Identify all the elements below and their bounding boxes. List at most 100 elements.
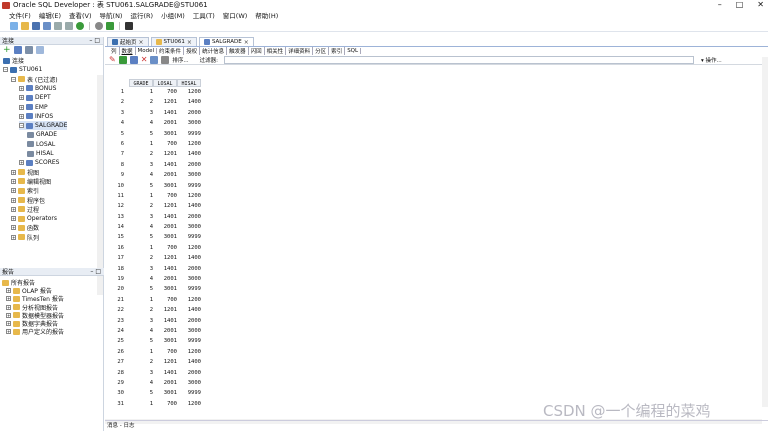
subtab[interactable]: 分区 bbox=[313, 47, 330, 55]
close-tab-icon[interactable]: × bbox=[139, 39, 144, 46]
table-row[interactable]: 26 1 700 1200 bbox=[105, 347, 201, 357]
table-cell[interactable]: 9999 bbox=[177, 129, 201, 139]
table-cell[interactable]: 1 bbox=[129, 139, 153, 149]
table-cell[interactable]: 1201 bbox=[153, 253, 177, 263]
table-cell[interactable]: 3001 bbox=[153, 284, 177, 294]
table-cell[interactable]: 4 bbox=[129, 378, 153, 388]
table-cell[interactable]: 2000 bbox=[177, 160, 201, 170]
table-row[interactable]: 25 5 3001 9999 bbox=[105, 336, 201, 346]
tree-node[interactable]: HISAL bbox=[27, 149, 54, 158]
table-cell[interactable]: 2 bbox=[129, 305, 153, 315]
table-cell[interactable]: 3000 bbox=[177, 118, 201, 128]
subtab[interactable]: 触发器 bbox=[227, 47, 249, 55]
table-cell[interactable]: 5 bbox=[129, 181, 153, 191]
subtab[interactable]: 索引 bbox=[329, 47, 346, 55]
table-row[interactable]: 23 3 1401 2000 bbox=[105, 316, 201, 326]
save-icon[interactable] bbox=[32, 21, 40, 30]
new-icon[interactable] bbox=[10, 21, 18, 30]
tree-node[interactable]: + 程序包 bbox=[11, 196, 45, 205]
table-cell[interactable]: 9999 bbox=[177, 284, 201, 294]
tree-node[interactable]: − 表 (已过滤) bbox=[11, 75, 58, 84]
table-cell[interactable]: 3 bbox=[129, 212, 153, 222]
expand-icon[interactable]: + bbox=[19, 95, 24, 101]
table-cell[interactable]: 1 bbox=[129, 243, 153, 253]
table-row[interactable]: 5 5 3001 9999 bbox=[105, 129, 201, 139]
tree-node[interactable]: + SCORES bbox=[19, 158, 60, 167]
table-cell[interactable]: 1401 bbox=[153, 316, 177, 326]
refresh-icon[interactable] bbox=[13, 46, 22, 54]
table-cell[interactable]: 1 bbox=[129, 295, 153, 305]
redo-icon[interactable] bbox=[65, 21, 73, 30]
table-cell[interactable]: 5 bbox=[129, 336, 153, 346]
expand-icon[interactable]: + bbox=[11, 234, 16, 240]
table-cell[interactable]: 3001 bbox=[153, 181, 177, 191]
menu-item[interactable]: 帮助(H) bbox=[255, 10, 278, 20]
subtab[interactable]: SQL bbox=[345, 48, 362, 54]
tree-scrollbar[interactable] bbox=[97, 75, 103, 295]
grid-vertical-scrollbar[interactable] bbox=[762, 57, 768, 407]
menu-item[interactable]: 窗口(W) bbox=[223, 10, 248, 20]
table-cell[interactable]: 1400 bbox=[177, 201, 201, 211]
table-cell[interactable]: 2 bbox=[129, 149, 153, 159]
table-cell[interactable]: 2 bbox=[129, 201, 153, 211]
report-node[interactable]: + 用户定义的报告 bbox=[6, 327, 64, 336]
table-cell[interactable]: 9999 bbox=[177, 388, 201, 398]
column-header[interactable]: GRADE bbox=[129, 79, 153, 87]
tree-node[interactable]: + 编辑视图 bbox=[11, 177, 51, 186]
table-row[interactable]: 15 5 3001 9999 bbox=[105, 232, 201, 242]
table-cell[interactable]: 1201 bbox=[153, 201, 177, 211]
tree-node[interactable]: − SALGRADE bbox=[19, 121, 68, 131]
menu-item[interactable]: 小组(M) bbox=[161, 10, 185, 20]
menu-item[interactable]: 工具(T) bbox=[193, 10, 215, 20]
filter-icon[interactable] bbox=[24, 46, 33, 54]
table-row[interactable]: 7 2 1201 1400 bbox=[105, 149, 201, 159]
menu-item[interactable]: 编辑(E) bbox=[39, 10, 61, 20]
table-row[interactable]: 2 2 1201 1400 bbox=[105, 97, 201, 107]
table-row[interactable]: 28 3 1401 2000 bbox=[105, 368, 201, 378]
run-icon[interactable] bbox=[76, 21, 84, 30]
expand-icon[interactable]: + bbox=[6, 296, 11, 302]
table-cell[interactable]: 4 bbox=[129, 274, 153, 284]
table-cell[interactable]: 5 bbox=[129, 388, 153, 398]
table-cell[interactable]: 4 bbox=[129, 118, 153, 128]
table-cell[interactable]: 1400 bbox=[177, 253, 201, 263]
tree-node[interactable]: + BONUS bbox=[19, 84, 56, 93]
table-cell[interactable]: 5 bbox=[129, 129, 153, 139]
table-cell[interactable]: 1 bbox=[129, 347, 153, 357]
subtab[interactable]: 闪回 bbox=[249, 47, 265, 55]
table-cell[interactable]: 3000 bbox=[177, 326, 201, 336]
table-cell[interactable]: 2000 bbox=[177, 316, 201, 326]
expand-icon[interactable]: + bbox=[6, 321, 11, 326]
rollback-icon[interactable] bbox=[161, 55, 170, 64]
table-cell[interactable]: 3000 bbox=[177, 378, 201, 388]
subtab[interactable]: 数据 bbox=[119, 47, 136, 55]
expand-icon[interactable]: + bbox=[19, 160, 24, 166]
tree-node[interactable]: − STU061 bbox=[3, 65, 42, 74]
table-cell[interactable]: 2000 bbox=[177, 368, 201, 378]
table-row[interactable]: 9 4 2001 3000 bbox=[105, 170, 201, 180]
table-cell[interactable]: 1201 bbox=[153, 357, 177, 367]
editor-tab[interactable]: STU061 × bbox=[150, 37, 197, 46]
tree-node[interactable]: + EMP bbox=[19, 103, 48, 112]
back-icon[interactable] bbox=[95, 21, 103, 30]
expand-icon[interactable]: + bbox=[19, 104, 24, 110]
undo-icon[interactable] bbox=[54, 21, 62, 30]
table-cell[interactable]: 1401 bbox=[153, 368, 177, 378]
table-row[interactable]: 27 2 1201 1400 bbox=[105, 357, 201, 367]
subtab[interactable]: 列 bbox=[109, 47, 120, 55]
table-row[interactable]: 17 2 1201 1400 bbox=[105, 253, 201, 263]
table-cell[interactable]: 2 bbox=[129, 357, 153, 367]
table-row[interactable]: 14 4 2001 3000 bbox=[105, 222, 201, 232]
table-cell[interactable]: 1400 bbox=[177, 149, 201, 159]
menu-item[interactable]: 导航(N) bbox=[100, 10, 123, 20]
tree-node[interactable]: + INFOS bbox=[19, 112, 53, 121]
expand-icon[interactable]: + bbox=[6, 329, 11, 335]
table-cell[interactable]: 700 bbox=[153, 399, 177, 409]
tree-node[interactable]: + 索引 bbox=[11, 186, 39, 195]
menu-item[interactable]: 查看(V) bbox=[69, 10, 92, 20]
subtab[interactable]: 详细资料 bbox=[286, 47, 314, 55]
table-row[interactable]: 8 3 1401 2000 bbox=[105, 160, 201, 170]
table-cell[interactable]: 1400 bbox=[177, 97, 201, 107]
table-row[interactable]: 21 1 700 1200 bbox=[105, 295, 201, 305]
minimize-button[interactable]: – bbox=[718, 0, 722, 10]
